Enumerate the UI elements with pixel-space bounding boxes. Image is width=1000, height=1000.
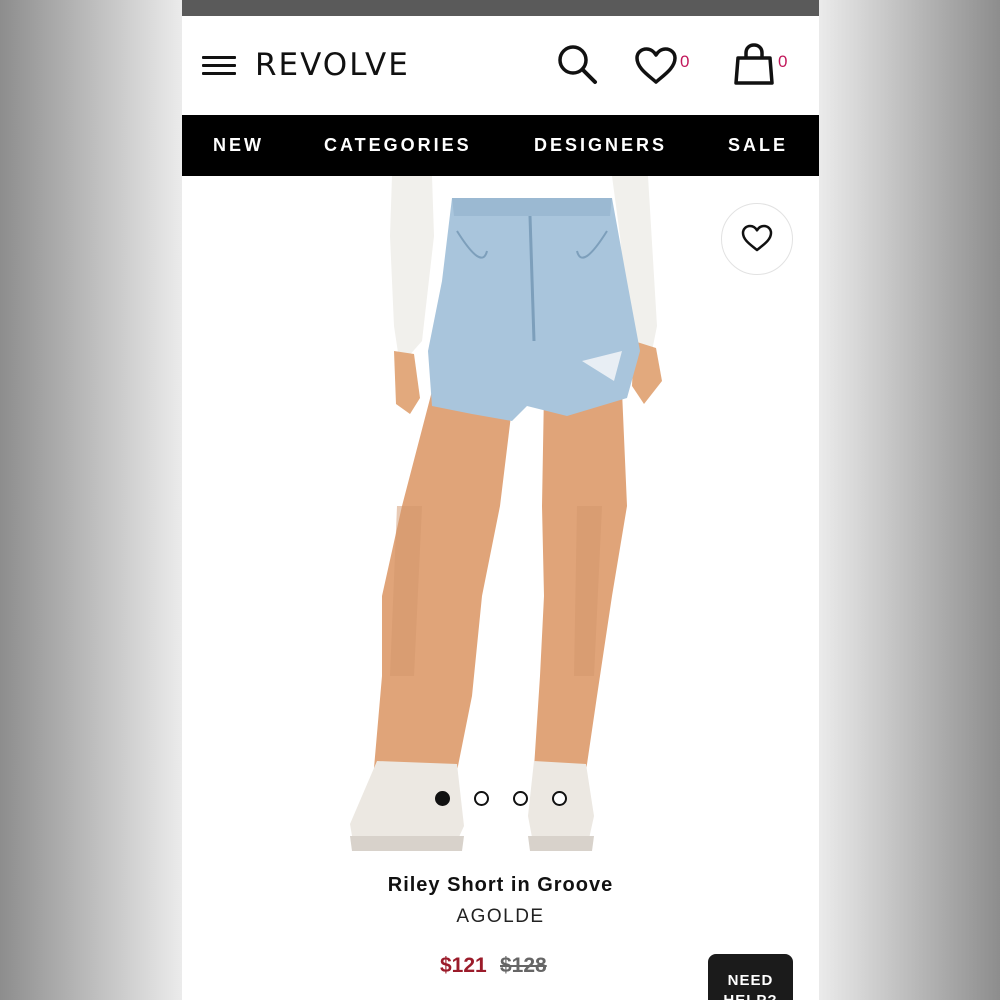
search-icon[interactable] [556,43,598,90]
add-to-wishlist-button[interactable] [721,203,793,275]
header: REVOLVE 0 0 [182,16,819,115]
product-brand[interactable]: AGOLDE [182,906,819,928]
nav-item-categories[interactable]: CATEGORIES [324,135,472,156]
heart-icon [741,224,773,252]
heart-icon[interactable] [634,47,678,90]
carousel-dot-2[interactable] [474,791,489,806]
carousel-dot-4[interactable] [552,791,567,806]
bag-count-badge: 0 [778,52,788,71]
need-help-label: NEED HELP? [723,972,776,1000]
need-help-button[interactable]: NEED HELP? [708,954,793,1000]
nav-item-new[interactable]: NEW [213,135,264,156]
brand-logo[interactable]: REVOLVE [255,47,410,83]
page: REVOLVE 0 0 NEW CATEGORIES DESIGNERS SAL… [182,16,819,1000]
nav-item-sale[interactable]: SALE [728,135,788,156]
menu-icon[interactable] [202,52,236,78]
nav-item-designers[interactable]: DESIGNERS [534,135,667,156]
product-title[interactable]: Riley Short in Groove [182,874,819,897]
model-photo [350,176,662,851]
wishlist-count-badge: 0 [680,52,690,71]
original-price: $128 [500,954,547,977]
category-nav: NEW CATEGORIES DESIGNERS SALE [182,115,819,176]
status-bar [182,0,819,16]
product-image[interactable] [182,176,819,861]
carousel-dot-3[interactable] [513,791,528,806]
sale-price: $121 [440,954,487,977]
carousel-dot-1[interactable] [435,791,450,806]
shopping-bag-icon[interactable] [733,42,775,91]
